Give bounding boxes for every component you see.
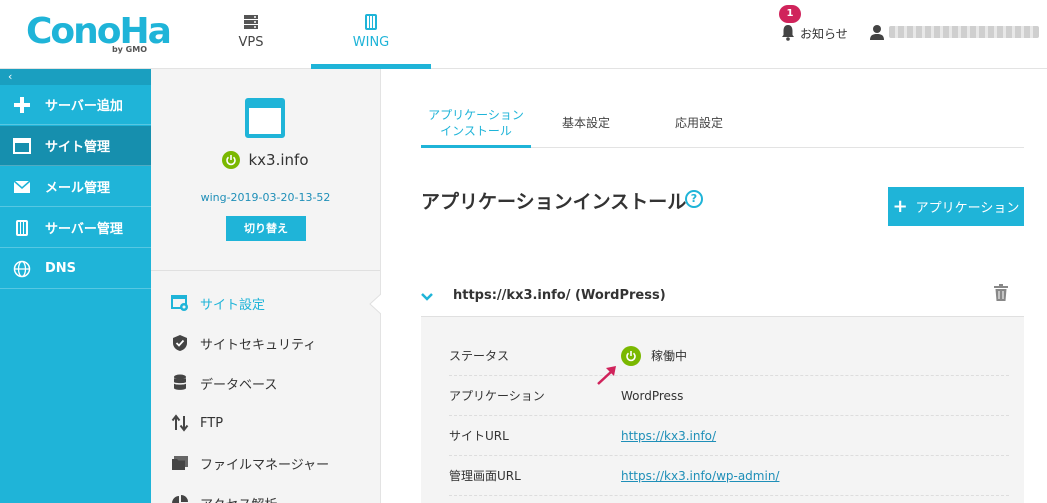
- notification-badge: 1: [779, 5, 801, 23]
- app-url: https://kx3.info/ (WordPress): [453, 288, 666, 303]
- detail-label: アプリケーション: [449, 389, 545, 403]
- database-icon: [170, 373, 190, 393]
- sidebar-item-add-server[interactable]: サーバー追加: [0, 85, 151, 125]
- conoha-logo[interactable]: ConoHa by GMO: [26, 12, 172, 56]
- site-card: kx3.info wing-2019-03-20-13-52 切り替え: [151, 69, 380, 271]
- menu-site-security[interactable]: サイトセキュリティ: [151, 323, 380, 363]
- user-name-redacted[interactable]: [889, 26, 1039, 38]
- detail-label: 管理画面URL: [449, 469, 521, 483]
- menu-label: FTP: [200, 415, 224, 431]
- detail-row-application: アプリケーション WordPress: [449, 376, 1009, 416]
- detail-value: https://kx3.info/: [621, 429, 716, 443]
- sidebar-item-dns[interactable]: DNS: [0, 249, 151, 289]
- menu-label: サイトセキュリティ: [200, 337, 317, 353]
- server-icon: [244, 15, 258, 29]
- tab-app-install[interactable]: アプリケーション インストール: [421, 98, 531, 147]
- bell-icon[interactable]: [781, 24, 795, 41]
- sidebar-item-label: サーバー追加: [45, 99, 123, 114]
- sidebar-item-site-management[interactable]: サイト管理: [0, 126, 151, 166]
- chevron-down-icon[interactable]: [421, 286, 437, 305]
- plus-icon: [12, 95, 32, 115]
- top-header: ConoHa by GMO VPS WING 1 お知らせ: [0, 0, 1047, 69]
- detail-value: https://kx3.info/wp-admin/: [621, 469, 779, 483]
- menu-label: サイト設定: [200, 297, 266, 313]
- menu-label: アクセス解析: [200, 494, 277, 503]
- app-detail-panel: ステータス 稼働中 アプリケーション WordPress サイトURL http…: [421, 317, 1024, 503]
- sidebar-item-label: DNS: [45, 261, 77, 276]
- site-url-link[interactable]: https://kx3.info/: [621, 429, 716, 443]
- site-name-row: kx3.info: [151, 151, 380, 169]
- app-tabs: アプリケーション インストール 基本設定 応用設定: [421, 98, 1024, 148]
- sidebar-item-mail-management[interactable]: メール管理: [0, 167, 151, 207]
- site-name: kx3.info: [248, 151, 309, 169]
- detail-value: 稼働中: [621, 345, 688, 366]
- menu-ftp[interactable]: FTP: [151, 403, 380, 443]
- server-icon: [12, 218, 32, 238]
- add-application-button[interactable]: + アプリケーション: [888, 187, 1024, 226]
- sidebar-item-label: メール管理: [45, 181, 111, 196]
- shield-icon: [170, 333, 190, 353]
- active-tab-underline: [421, 145, 531, 148]
- menu-database[interactable]: データベース: [151, 363, 380, 403]
- tab-basic-settings[interactable]: 基本設定: [541, 98, 631, 147]
- menu-label: データベース: [200, 377, 278, 393]
- globe-icon: [12, 259, 32, 279]
- annotation-arrow-icon: [597, 366, 616, 385]
- tab-label-line2: インストール: [440, 123, 512, 138]
- add-application-label: アプリケーション: [915, 201, 1020, 216]
- tab-wing[interactable]: WING: [311, 0, 431, 69]
- sidebar-item-label: サーバー管理: [45, 222, 123, 237]
- detail-row-status: ステータス 稼働中: [449, 336, 1009, 376]
- wing-icon: [365, 14, 377, 30]
- detail-label: ステータス: [449, 349, 510, 363]
- site-window-icon: [245, 98, 285, 138]
- mail-icon: [12, 177, 32, 197]
- active-menu-pointer: [369, 293, 383, 315]
- detail-row-admin-url: 管理画面URL https://kx3.info/wp-admin/: [449, 456, 1009, 496]
- menu-access-analysis[interactable]: アクセス解析: [151, 483, 380, 503]
- tab-label-line1: アプリケーション: [428, 107, 524, 122]
- sidebar-collapse-button[interactable]: ‹: [0, 69, 151, 85]
- tab-vps[interactable]: VPS: [201, 0, 301, 69]
- trash-icon[interactable]: [993, 284, 1009, 302]
- app-accordion-header[interactable]: https://kx3.info/ (WordPress): [421, 275, 1024, 317]
- admin-url-link[interactable]: https://kx3.info/wp-admin/: [621, 469, 779, 483]
- site-id: wing-2019-03-20-13-52: [200, 191, 331, 204]
- plus-icon: +: [892, 196, 908, 217]
- sidebar-item-server-management[interactable]: サーバー管理: [0, 208, 151, 248]
- menu-label: ファイルマネージャー: [200, 457, 330, 473]
- window-icon: [12, 136, 32, 156]
- status-text: 稼働中: [651, 349, 688, 363]
- detail-label: サイトURL: [449, 429, 509, 443]
- page-title: アプリケーションインストール: [421, 191, 687, 213]
- site-column: kx3.info wing-2019-03-20-13-52 切り替え サイト設…: [151, 69, 381, 503]
- logo-by: by GMO: [111, 45, 147, 54]
- menu-file-manager[interactable]: ファイルマネージャー: [151, 443, 380, 483]
- detail-value: WordPress: [621, 388, 684, 403]
- user-icon[interactable]: [869, 24, 885, 41]
- power-icon: [621, 345, 641, 366]
- tab-vps-label: VPS: [238, 35, 264, 50]
- tab-wing-label: WING: [352, 35, 390, 50]
- help-icon[interactable]: ?: [685, 190, 703, 208]
- switch-site-button[interactable]: 切り替え: [226, 216, 306, 241]
- tab-advanced-settings[interactable]: 応用設定: [654, 98, 744, 147]
- sidebar-item-label: サイト管理: [45, 140, 111, 155]
- menu-site-settings[interactable]: サイト設定: [151, 283, 380, 323]
- folder-icon: [170, 453, 190, 473]
- main-sidebar: ‹ サーバー追加 サイト管理 メール管理 サーバー管理 DNS: [0, 69, 151, 503]
- transfer-icon: [170, 413, 190, 433]
- detail-row-site-url: サイトURL https://kx3.info/: [449, 416, 1009, 456]
- pie-chart-icon: [170, 493, 190, 503]
- notification-link[interactable]: お知らせ: [800, 25, 848, 42]
- power-icon: [222, 151, 241, 169]
- site-settings-icon: [170, 293, 190, 313]
